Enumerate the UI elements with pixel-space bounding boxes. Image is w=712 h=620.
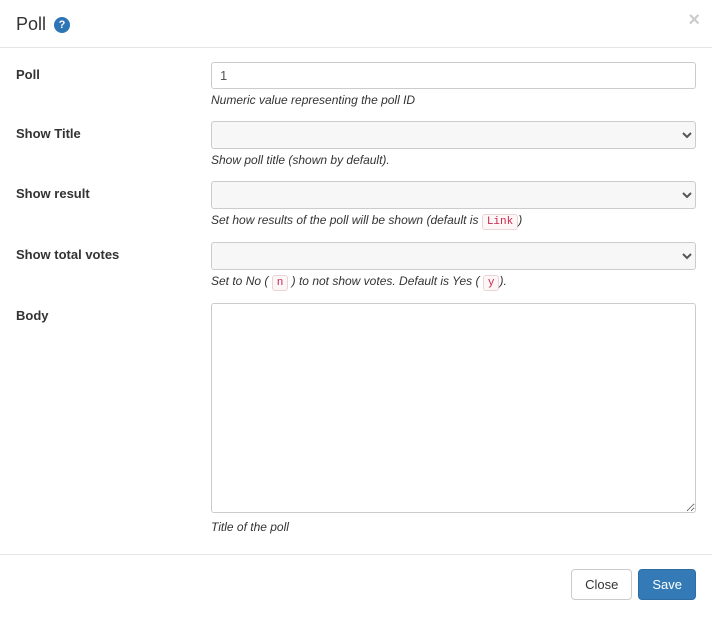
label-body: Body bbox=[16, 303, 211, 323]
code-chip-y: y bbox=[483, 275, 500, 291]
row-poll: Poll Numeric value representing the poll… bbox=[16, 62, 696, 107]
code-chip-n: n bbox=[272, 275, 289, 291]
row-body: Body Title of the poll bbox=[16, 303, 696, 534]
select-show-total-votes[interactable] bbox=[211, 242, 696, 270]
code-chip-link: Link bbox=[482, 214, 518, 230]
input-poll[interactable] bbox=[211, 62, 696, 89]
help-body: Title of the poll bbox=[211, 520, 696, 534]
label-poll: Poll bbox=[16, 62, 211, 82]
select-show-title[interactable] bbox=[211, 121, 696, 149]
save-button[interactable]: Save bbox=[638, 569, 696, 600]
close-icon[interactable]: × bbox=[688, 10, 700, 30]
row-show-title: Show Title Show poll title (shown by def… bbox=[16, 121, 696, 167]
select-show-result[interactable] bbox=[211, 181, 696, 209]
textarea-body[interactable] bbox=[211, 303, 696, 513]
help-show-total-votes: Set to No ( n ) to not show votes. Defau… bbox=[211, 274, 696, 289]
close-button[interactable]: Close bbox=[571, 569, 632, 600]
title-text: Poll bbox=[16, 14, 46, 35]
help-show-result: Set how results of the poll will be show… bbox=[211, 213, 696, 228]
label-show-title: Show Title bbox=[16, 121, 211, 141]
row-show-total-votes: Show total votes Set to No ( n ) to not … bbox=[16, 242, 696, 289]
label-show-result: Show result bbox=[16, 181, 211, 201]
modal-header: Poll ? × bbox=[0, 0, 712, 47]
help-poll: Numeric value representing the poll ID bbox=[211, 93, 696, 107]
label-show-total-votes: Show total votes bbox=[16, 242, 211, 262]
help-show-title: Show poll title (shown by default). bbox=[211, 153, 696, 167]
modal-body: Poll Numeric value representing the poll… bbox=[0, 47, 712, 555]
row-show-result: Show result Set how results of the poll … bbox=[16, 181, 696, 228]
modal-footer: Close Save bbox=[0, 555, 712, 620]
modal-title: Poll ? bbox=[16, 14, 696, 35]
help-icon[interactable]: ? bbox=[54, 17, 70, 33]
